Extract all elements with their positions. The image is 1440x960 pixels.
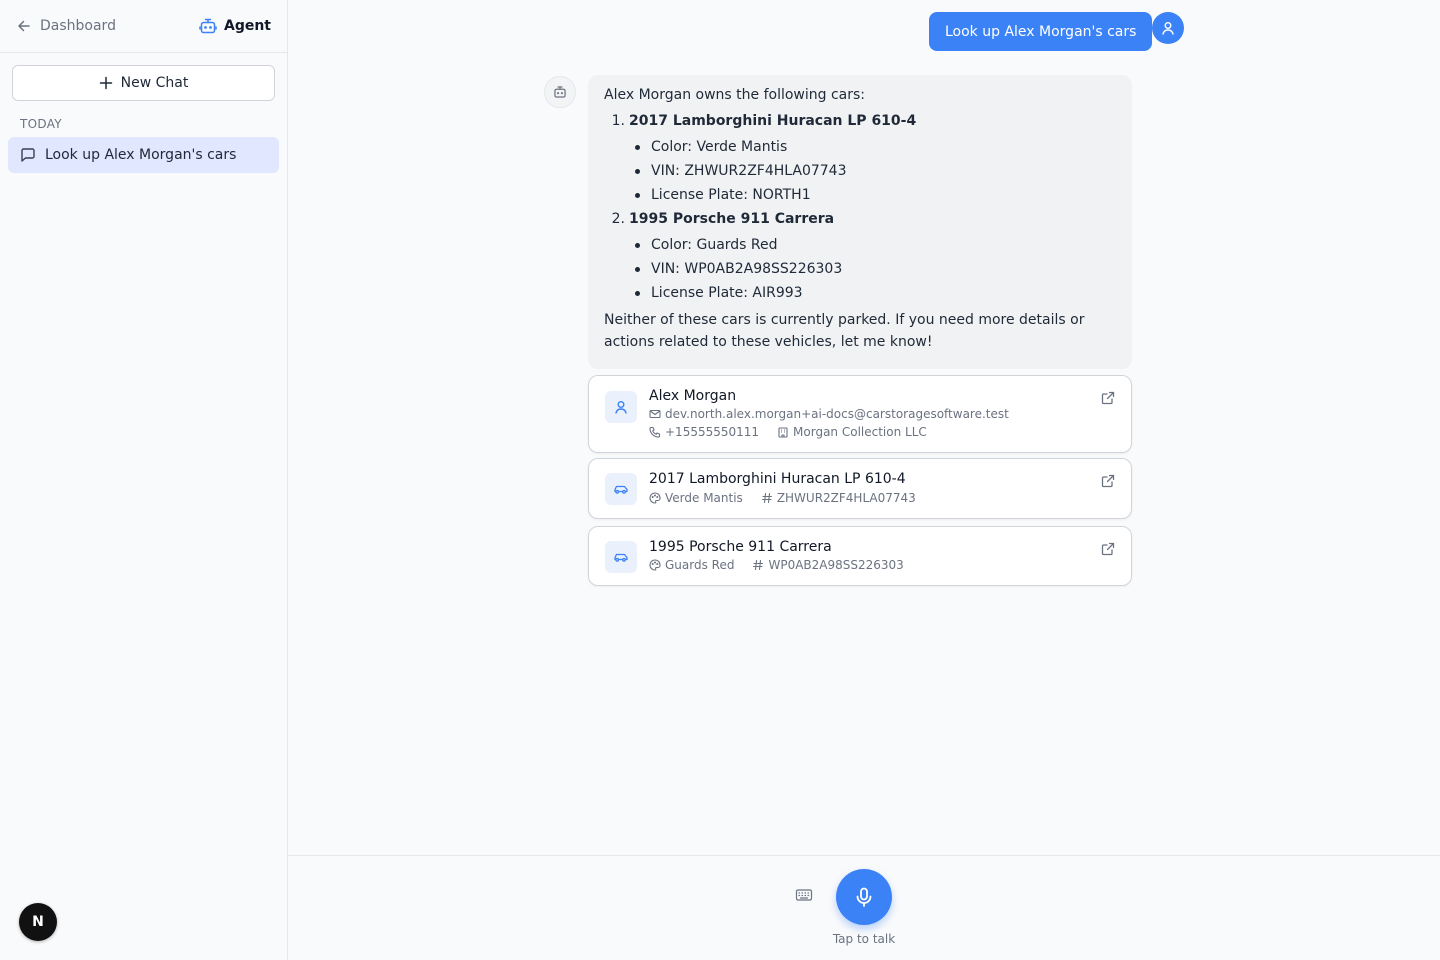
- keyboard-icon[interactable]: [795, 888, 813, 902]
- message-square-icon: [20, 147, 36, 163]
- customer-phone: +15555550111: [665, 425, 760, 439]
- customer-contact-row: +15555550111 Morgan Collection LLC: [649, 425, 927, 439]
- mail-icon: [649, 408, 661, 420]
- assistant-avatar-icon: [544, 76, 576, 108]
- chat-history-item[interactable]: Look up Alex Morgan's cars: [8, 137, 279, 173]
- user-message-bubble: Look up Alex Morgan's cars: [929, 12, 1153, 51]
- vehicle-card[interactable]: 1995 Porsche 911 Carrera Guards Red WP0A…: [588, 526, 1132, 586]
- new-chat-label: New Chat: [120, 75, 189, 91]
- sidebar: Dashboard Agent New Chat TODAY Look up A…: [0, 0, 288, 960]
- user-icon: [605, 391, 637, 423]
- vehicle-title: 1995 Porsche 911 Carrera: [649, 539, 832, 555]
- agent-label: Agent: [223, 18, 271, 34]
- external-link-icon[interactable]: [1101, 542, 1115, 556]
- bot-icon: [199, 17, 217, 35]
- palette-icon: [649, 492, 661, 504]
- car-spec: License Plate: AIR993: [633, 283, 1116, 303]
- car-list-item: 2. 1995 Porsche 911 Carrera Color: Guard…: [609, 209, 1116, 303]
- user-avatar[interactable]: N: [19, 903, 57, 941]
- customer-email: dev.north.alex.morgan+ai-docs@carstorage…: [665, 407, 1009, 421]
- customer-name: Alex Morgan: [649, 388, 737, 404]
- user-avatar-icon: [1152, 12, 1184, 44]
- list-number: 1.: [611, 113, 625, 129]
- assistant-outro-text: Neither of these cars is currently parke…: [604, 312, 1085, 350]
- car-spec: Color: Verde Mantis: [633, 137, 1116, 157]
- sidebar-header: Dashboard Agent: [0, 0, 287, 53]
- hash-icon: [761, 492, 773, 504]
- vehicle-vin: ZHWUR2ZF4HLA07743: [776, 491, 916, 505]
- voice-input-bar: Tap to talk: [288, 855, 1440, 960]
- vehicle-meta-row: Guards Red WP0AB2A98SS226303: [649, 558, 904, 572]
- car-spec: VIN: ZHWUR2ZF4HLA07743: [633, 161, 1116, 181]
- chat-main: Look up Alex Morgan's cars Alex Morgan o…: [288, 0, 1440, 960]
- external-link-icon[interactable]: [1101, 391, 1115, 405]
- car-specs-list: Color: Guards Red VIN: WP0AB2A98SS226303…: [633, 235, 1116, 303]
- chat-history-label: Look up Alex Morgan's cars: [45, 147, 237, 163]
- new-chat-button[interactable]: New Chat: [12, 65, 275, 101]
- hash-icon: [752, 559, 764, 571]
- car-list-item: 1. 2017 Lamborghini Huracan LP 610-4 Col…: [609, 111, 1116, 205]
- section-label-today: TODAY: [20, 117, 62, 131]
- vehicle-color: Guards Red: [665, 558, 735, 572]
- agent-title: Agent: [199, 17, 271, 35]
- plus-icon: [99, 76, 113, 90]
- assistant-message-bubble: Alex Morgan owns the following cars: 1. …: [588, 75, 1132, 369]
- customer-card[interactable]: Alex Morgan dev.north.alex.morgan+ai-doc…: [588, 375, 1132, 453]
- palette-icon: [649, 559, 661, 571]
- car-icon: [605, 473, 637, 505]
- microphone-button[interactable]: [836, 869, 892, 925]
- assistant-intro-text: Alex Morgan owns the following cars:: [604, 87, 866, 103]
- vehicle-card[interactable]: 2017 Lamborghini Huracan LP 610-4 Verde …: [588, 458, 1132, 519]
- car-spec: License Plate: NORTH1: [633, 185, 1116, 205]
- phone-icon: [649, 426, 661, 438]
- vehicle-vin: WP0AB2A98SS226303: [768, 558, 904, 572]
- tap-to-talk-label: Tap to talk: [832, 932, 896, 946]
- microphone-icon: [853, 886, 875, 908]
- car-name: 1995 Porsche 911 Carrera: [629, 211, 835, 227]
- car-specs-list: Color: Verde Mantis VIN: ZHWUR2ZF4HLA077…: [633, 137, 1116, 205]
- arrow-left-icon: [16, 18, 32, 34]
- customer-email-row: dev.north.alex.morgan+ai-docs@carstorage…: [649, 407, 1009, 421]
- car-name: 2017 Lamborghini Huracan LP 610-4: [629, 113, 917, 129]
- vehicle-title: 2017 Lamborghini Huracan LP 610-4: [649, 471, 906, 487]
- back-label: Dashboard: [40, 18, 116, 34]
- building-icon: [777, 426, 789, 438]
- car-spec: VIN: WP0AB2A98SS226303: [633, 259, 1116, 279]
- vehicle-color: Verde Mantis: [665, 491, 743, 505]
- customer-company: Morgan Collection LLC: [793, 425, 927, 439]
- back-to-dashboard-link[interactable]: Dashboard: [16, 18, 116, 34]
- vehicle-meta-row: Verde Mantis ZHWUR2ZF4HLA07743: [649, 491, 916, 505]
- car-icon: [605, 541, 637, 573]
- list-number: 2.: [611, 211, 625, 227]
- car-spec: Color: Guards Red: [633, 235, 1116, 255]
- external-link-icon[interactable]: [1101, 474, 1115, 488]
